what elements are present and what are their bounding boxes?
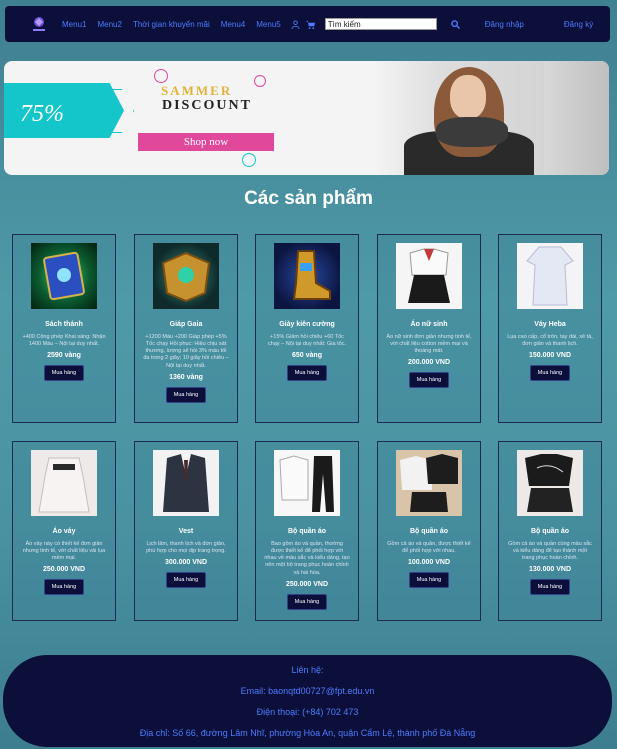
product-desc: Áo váy này có thiết kế đơn giản nhưng ti… <box>22 541 106 562</box>
banner-swirl <box>154 69 168 83</box>
footer-address: Địa chỉ: Số 66, đường Lâm Nhĩ, phường Hò… <box>139 728 476 738</box>
product-name: Giáp Gaia <box>169 321 203 328</box>
product-image <box>517 450 583 516</box>
product-price: 2590 vàng <box>47 352 81 360</box>
buy-button[interactable]: Mua hàng <box>286 365 328 382</box>
product-card: Giày kiên cường +15% Giảm hồi chiêu +60 … <box>255 234 359 423</box>
product-name: Áo váy <box>52 528 76 535</box>
product-image <box>153 243 219 309</box>
buy-button[interactable]: Mua hàng <box>43 579 85 596</box>
nav-menu1[interactable]: Menu1 <box>62 20 86 29</box>
buy-button[interactable]: Mua hàng <box>286 593 328 610</box>
product-card: Váy Heba Lụa cao cấp, cổ tròn, tay dài, … <box>498 234 602 423</box>
banner-title-top: SAMMER <box>161 83 233 98</box>
footer-phone[interactable]: Điện thoại: (+84) 702 473 <box>3 707 612 717</box>
buy-button[interactable]: Mua hàng <box>529 365 571 382</box>
product-price: 250.000 VND <box>42 566 86 574</box>
nav-menu5[interactable]: Menu5 <box>256 20 280 29</box>
banner-title-bottom: DISCOUNT <box>162 98 252 113</box>
promo-banner[interactable]: 75% SAMMER DISCOUNT Shop now <box>4 61 609 175</box>
banner-outline <box>94 89 134 133</box>
product-card: Giáp Gaia +1200 Máu +200 Giáp phép +5% T… <box>134 234 238 423</box>
banner-percent: 75% <box>20 101 64 127</box>
navbar: Menu1 Menu2 Thời gian khuyến mãi Menu4 M… <box>5 6 610 42</box>
product-card: Áo váy Áo váy này có thiết kế đơn giản n… <box>12 441 116 621</box>
buy-button[interactable]: Mua hàng <box>408 572 450 589</box>
product-price: 200.000 VND <box>407 359 451 367</box>
product-card: Vest Lịch lãm, thanh lịch và đơn giản, p… <box>134 441 238 621</box>
product-name: Áo nữ sinh <box>410 321 448 328</box>
product-price: 1360 vàng <box>169 373 203 381</box>
product-desc: Lụa cao cấp, cổ tròn, tay dài, xẻ tà, đơ… <box>507 334 593 348</box>
product-desc: +1200 Máu +200 Giáp phép +5% Tốc chạy Hồ… <box>143 334 229 369</box>
product-card: Sách thánh +400 Công phép Khai sáng: Nhậ… <box>12 234 116 423</box>
product-name: Váy Heba <box>534 321 566 328</box>
product-name: Bộ quần áo <box>287 528 327 535</box>
product-name: Bộ quần áo <box>530 528 570 535</box>
product-desc: +15% Giảm hồi chiêu +60 Tốc chạy – Nội t… <box>268 334 346 348</box>
product-card: Bộ quần áo Gồm cả áo và quần, được thiết… <box>377 441 481 621</box>
product-image <box>396 450 462 516</box>
login-link[interactable]: Đăng nhập <box>485 20 524 29</box>
product-price: 300.000 VND <box>164 559 208 567</box>
product-desc: Gồm cả áo và quần cùng màu sắc và kiểu d… <box>508 541 592 562</box>
product-price: 250.000 VND <box>285 580 329 588</box>
product-image <box>396 243 462 309</box>
nav-promo[interactable]: Thời gian khuyến mãi <box>133 20 210 29</box>
product-image <box>153 450 219 516</box>
banner-model-image <box>374 61 609 175</box>
product-price: 150.000 VND <box>528 352 572 360</box>
product-desc: +400 Công phép Khai sáng: Nhận 1400 Máu … <box>22 334 106 348</box>
signup-link[interactable]: Đăng ký <box>564 20 593 29</box>
nav-menu4[interactable]: Menu4 <box>221 20 245 29</box>
section-title: Các sản phẩm <box>244 188 373 209</box>
product-desc: Bao gồm áo và quần, thường được thiết kế… <box>264 541 350 576</box>
product-card: Bộ quần áo Gồm cả áo và quần cùng màu sắ… <box>498 441 602 621</box>
buy-button[interactable]: Mua hàng <box>165 572 207 589</box>
logo-icon[interactable] <box>29 14 49 34</box>
product-name: Bộ quần áo <box>409 528 449 535</box>
product-price: 100.000 VND <box>407 559 451 567</box>
product-name: Giày kiên cường <box>279 321 335 328</box>
product-price: 130.000 VND <box>528 566 572 574</box>
shop-now-button[interactable]: Shop now <box>138 133 274 151</box>
search-icon[interactable] <box>450 19 460 29</box>
user-icon[interactable] <box>291 19 300 29</box>
nav-menu2[interactable]: Menu2 <box>97 20 121 29</box>
product-name: Vest <box>178 528 194 535</box>
product-image <box>517 243 583 309</box>
footer-email[interactable]: Email: baonqtd00727@fpt.edu.vn <box>3 686 612 696</box>
product-card: Áo nữ sinh Áo nữ sinh đơn giản nhưng tin… <box>377 234 481 423</box>
product-desc: Gồm cả áo và quần, được thiết kế để phối… <box>387 541 471 555</box>
product-image <box>31 243 97 309</box>
product-image <box>274 450 340 516</box>
product-desc: Áo nữ sinh đơn giản nhưng tinh tế, với c… <box>386 334 472 355</box>
product-image <box>274 243 340 309</box>
product-price: 650 vàng <box>292 352 322 360</box>
buy-button[interactable]: Mua hàng <box>408 372 450 389</box>
buy-button[interactable]: Mua hàng <box>165 386 207 403</box>
product-name: Sách thánh <box>45 321 83 328</box>
cart-icon[interactable] <box>305 20 315 29</box>
search-input[interactable] <box>324 18 437 30</box>
product-desc: Lịch lãm, thanh lịch và đơn giản, phù hợ… <box>146 541 226 555</box>
buy-button[interactable]: Mua hàng <box>529 579 571 596</box>
banner-swirl <box>254 75 266 87</box>
buy-button[interactable]: Mua hàng <box>43 365 85 382</box>
footer: Liên hệ: Email: baonqtd00727@fpt.edu.vn … <box>3 655 612 747</box>
product-image <box>31 450 97 516</box>
product-card: Bộ quần áo Bao gồm áo và quần, thường đư… <box>255 441 359 621</box>
banner-swirl <box>242 153 256 167</box>
footer-contact-label: Liên hệ: <box>291 665 324 675</box>
